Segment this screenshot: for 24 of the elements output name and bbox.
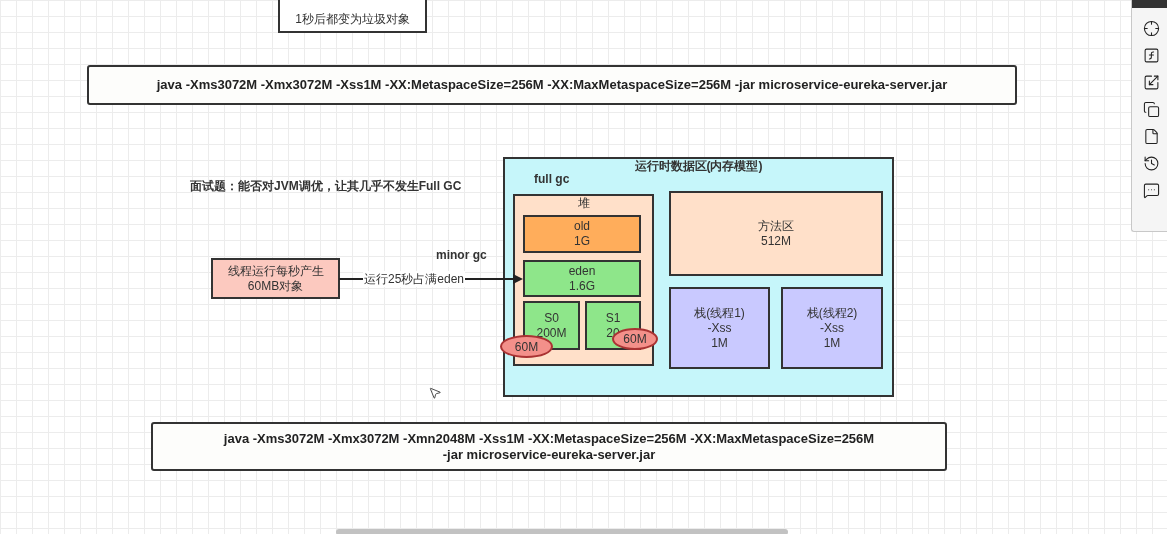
command-box: java -Xms3072M -Xmx3072M -Xmn2048M -Xss1M -XX:MetaspaceSize=256M -XX:MaxMetaspaceSize=256M -jar microservice-eureka-server.jar bbox=[151, 422, 947, 471]
note-box: 1秒后都变为垃圾对象 bbox=[278, 0, 427, 33]
command-box: java -Xms3072M -Xmx3072M -Xss1M -XX:MetaspaceSize=256M -XX:MaxMetaspaceSize=256M -jar microservice-eureka-server.jar bbox=[87, 65, 1017, 105]
method-area-box: 方法区 512M bbox=[669, 191, 883, 276]
thread-box: 线程运行每秒产生 60MB对象 bbox=[211, 258, 340, 299]
area-title: 运行时数据区(内存模型) bbox=[633, 159, 764, 174]
edge-label: 运行25秒占满eden bbox=[363, 271, 466, 287]
comment-icon[interactable] bbox=[1141, 180, 1162, 200]
copy-icon[interactable] bbox=[1141, 99, 1162, 119]
resize-icon[interactable] bbox=[1141, 72, 1162, 92]
stack-box: 栈(线程1) -Xss 1M bbox=[669, 287, 770, 369]
label-text: minor gc bbox=[436, 247, 487, 264]
history-icon[interactable] bbox=[1141, 153, 1162, 173]
area-title: 堆 bbox=[576, 196, 591, 211]
crosshair-icon[interactable] bbox=[1141, 18, 1162, 38]
panel-handle[interactable] bbox=[1132, 0, 1167, 8]
scrollbar[interactable] bbox=[336, 529, 788, 534]
label-text: full gc bbox=[534, 171, 570, 188]
function-icon[interactable] bbox=[1141, 45, 1162, 65]
question-text: 面试题：能否对JVM调优，让其几乎不发生Full GC bbox=[190, 178, 462, 195]
eden-box: eden 1.6G bbox=[523, 260, 641, 297]
cursor-icon bbox=[428, 385, 442, 401]
stack-box: 栈(线程2) -Xss 1M bbox=[781, 287, 883, 369]
old-box: old 1G bbox=[523, 215, 641, 253]
